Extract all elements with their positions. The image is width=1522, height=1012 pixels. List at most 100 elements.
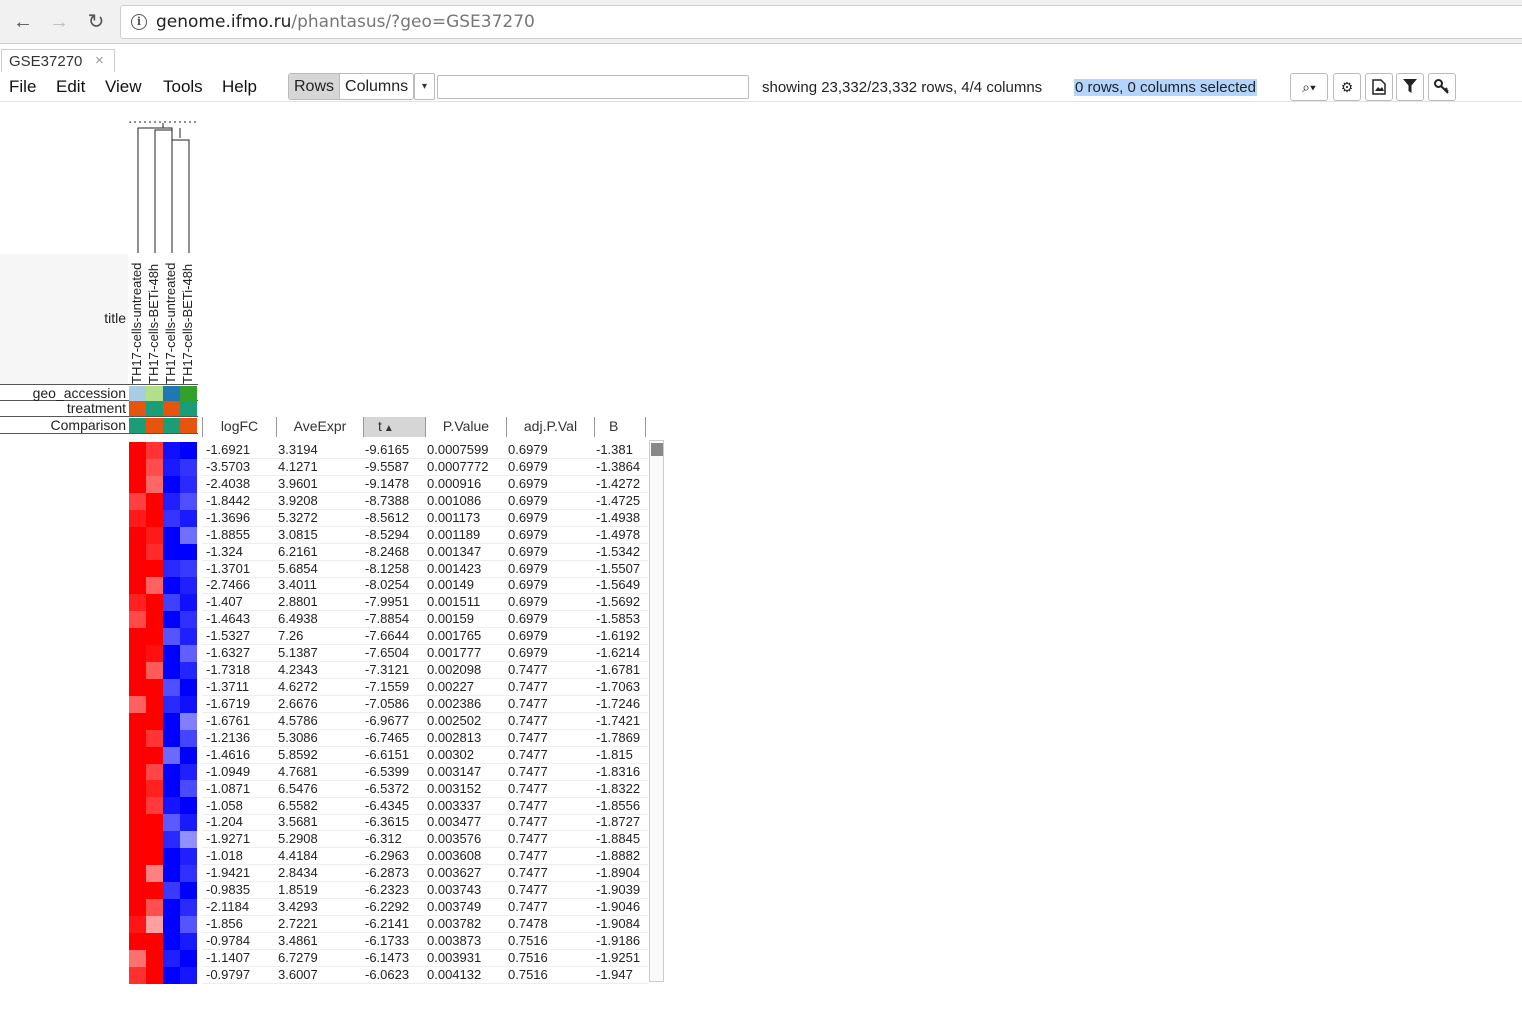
heatmap-cell[interactable] — [146, 678, 163, 696]
heatmap-row[interactable] — [129, 492, 197, 510]
heatmap-cell[interactable] — [146, 611, 163, 629]
heatmap-cell[interactable] — [129, 594, 146, 612]
heatmap-cell[interactable] — [146, 543, 163, 561]
table-row[interactable]: -1.856 2.7221 -6.2141 0.003782 0.7478 -1.9084 — [202, 916, 648, 934]
heatmap-cell[interactable] — [163, 865, 180, 882]
heatmap-cell[interactable] — [180, 594, 197, 612]
table-row[interactable]: -1.9421 2.8434 -6.2873 0.003627 0.7477 -1.890… — [202, 865, 648, 883]
table-row[interactable]: -1.4643 6.4938 -7.8854 0.00159 0.6979 -1.5853 — [202, 611, 648, 629]
heatmap-cell[interactable] — [163, 475, 180, 493]
heatmap-cell[interactable] — [146, 915, 163, 933]
menu-view[interactable]: View — [105, 77, 142, 97]
heatmap-cell[interactable] — [146, 797, 163, 815]
heatmap-cell[interactable] — [180, 848, 197, 866]
filter-icon[interactable] — [1396, 73, 1424, 101]
heatmap-cell[interactable] — [163, 577, 180, 595]
heatmap-cell[interactable] — [163, 458, 180, 476]
heatmap-cell[interactable] — [129, 645, 146, 662]
heatmap-cell[interactable] — [146, 831, 163, 849]
table-row[interactable]: -1.3711 4.6272 -7.1559 0.00227 0.7477 -1.7063 — [202, 679, 648, 697]
heatmap-cell[interactable] — [180, 712, 197, 730]
heatmap-row[interactable] — [129, 814, 197, 832]
heatmap-cell[interactable] — [180, 729, 197, 747]
heatmap-cell[interactable] — [163, 932, 180, 950]
heatmap-cell[interactable] — [146, 577, 163, 595]
heatmap-cell[interactable] — [180, 814, 197, 832]
heatmap-cell[interactable] — [180, 746, 197, 764]
column-header-b[interactable]: B — [594, 417, 646, 437]
columns-toggle-button[interactable]: Columns — [340, 74, 413, 99]
heatmap-cell[interactable] — [180, 932, 197, 950]
heatmap-cell[interactable] — [163, 509, 180, 527]
column-header-t[interactable]: t ▲ — [363, 417, 425, 437]
heatmap-cell[interactable] — [180, 881, 197, 899]
heatmap-cell[interactable] — [180, 509, 197, 527]
table-row[interactable]: -3.5703 4.1271 -9.5587 0.0007772 0.6979 -1.38… — [202, 459, 648, 476]
heatmap-cell[interactable] — [146, 966, 163, 984]
heatmap-cell[interactable] — [129, 814, 146, 832]
heatmap-cell[interactable] — [180, 645, 197, 662]
export-image-icon[interactable] — [1365, 73, 1393, 101]
heatmap-cell[interactable] — [146, 695, 163, 713]
heatmap-row[interactable] — [129, 881, 197, 899]
heatmap-row[interactable] — [129, 729, 197, 747]
heatmap-cell[interactable] — [129, 881, 146, 899]
heatmap-cell[interactable] — [146, 560, 163, 578]
column-header-adjpval[interactable]: adj.P.Val — [506, 417, 594, 437]
heatmap-cell[interactable] — [129, 458, 146, 476]
url-text[interactable]: genome.ifmo.ru/phantasus/?geo=GSE37270 — [156, 12, 535, 32]
heatmap-cell[interactable] — [180, 475, 197, 493]
table-row[interactable]: -1.8855 3.0815 -8.5294 0.001189 0.6979 -1.497… — [202, 527, 648, 544]
heatmap-cell[interactable] — [163, 442, 180, 459]
heatmap-cell[interactable] — [180, 865, 197, 882]
heatmap-cell[interactable] — [129, 712, 146, 730]
heatmap-cell[interactable] — [180, 526, 197, 544]
heatmap-cell[interactable] — [180, 949, 197, 967]
heatmap-row[interactable] — [129, 442, 197, 459]
heatmap-cell[interactable] — [163, 746, 180, 764]
heatmap-cell[interactable] — [129, 932, 146, 950]
heatmap-cell[interactable] — [180, 560, 197, 578]
gear-icon[interactable]: ⚙ — [1333, 73, 1361, 101]
heatmap-cell[interactable] — [129, 661, 146, 679]
table-row[interactable]: -1.6327 5.1387 -7.6504 0.001777 0.6979 -1.621… — [202, 645, 648, 663]
heatmap-row[interactable] — [129, 678, 197, 696]
heatmap-row[interactable] — [129, 797, 197, 815]
heatmap-cell[interactable] — [180, 458, 197, 476]
heatmap-row[interactable] — [129, 966, 197, 984]
heatmap-cell[interactable] — [129, 865, 146, 882]
table-row[interactable]: -1.0871 6.5476 -6.5372 0.003152 0.7477 -1.832… — [202, 781, 648, 798]
heatmap-cell[interactable] — [163, 712, 180, 730]
heatmap-cell[interactable] — [146, 712, 163, 730]
table-row[interactable]: -1.4616 5.8592 -6.6151 0.00302 0.7477 -1.815 — [202, 747, 648, 764]
heatmap-cell[interactable] — [146, 932, 163, 950]
heatmap-cell[interactable] — [163, 543, 180, 561]
heatmap-row[interactable] — [129, 712, 197, 730]
table-row[interactable]: -1.0949 4.7681 -6.5399 0.003147 0.7477 -1.831… — [202, 764, 648, 781]
heatmap-row[interactable] — [129, 831, 197, 849]
search-options-dropdown[interactable]: ▾ — [414, 73, 435, 100]
heatmap-cell[interactable] — [129, 797, 146, 815]
heatmap-cell[interactable] — [163, 881, 180, 899]
table-row[interactable]: -1.018 4.4184 -6.2963 0.003608 0.7477 -1.8882 — [202, 848, 648, 866]
heatmap-cell[interactable] — [129, 628, 146, 646]
heatmap-cell[interactable] — [163, 915, 180, 933]
heatmap-cell[interactable] — [180, 915, 197, 933]
heatmap-row[interactable] — [129, 543, 197, 561]
heatmap-cell[interactable] — [163, 763, 180, 781]
table-row[interactable]: -1.7318 4.2343 -7.3121 0.002098 0.7477 -1.678… — [202, 662, 648, 680]
heatmap-cell[interactable] — [146, 661, 163, 679]
heatmap-cell[interactable] — [163, 949, 180, 967]
heatmap-row[interactable] — [129, 611, 197, 629]
table-row[interactable]: -1.8442 3.9208 -8.7388 0.001086 0.6979 -1.472… — [202, 493, 648, 510]
menu-edit[interactable]: Edit — [56, 77, 85, 97]
heatmap-cell[interactable] — [146, 763, 163, 781]
heatmap-cell[interactable] — [129, 678, 146, 696]
heatmap-cell[interactable] — [163, 526, 180, 544]
heatmap-row[interactable] — [129, 560, 197, 578]
heatmap-row[interactable] — [129, 915, 197, 933]
table-row[interactable]: -1.9271 5.2908 -6.312 0.003576 0.7477 -1.8845 — [202, 831, 648, 849]
heatmap-cell[interactable] — [180, 966, 197, 984]
heatmap-cell[interactable] — [146, 898, 163, 916]
heatmap-cell[interactable] — [180, 780, 197, 798]
